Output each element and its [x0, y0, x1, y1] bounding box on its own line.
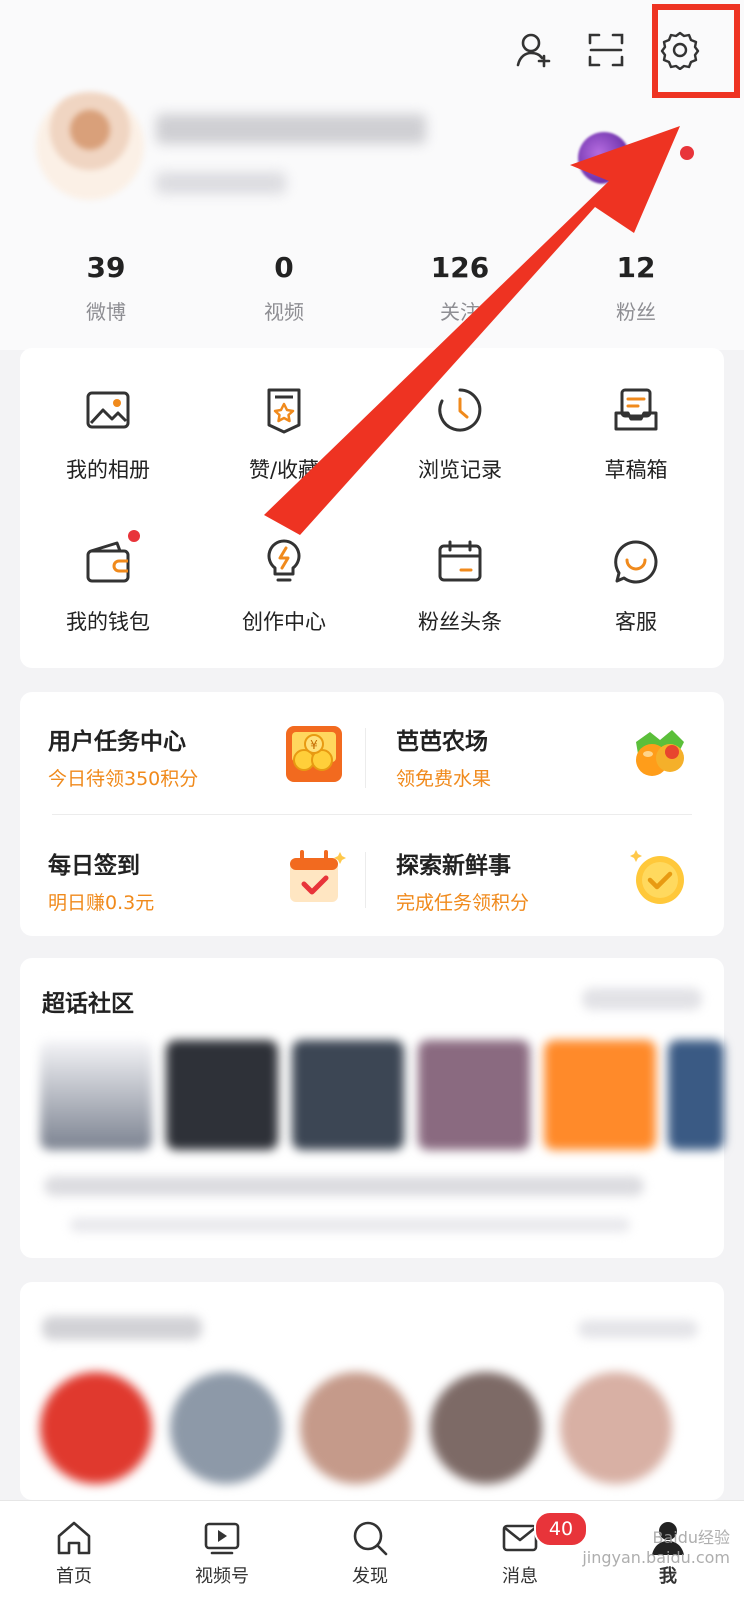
- tab-discover[interactable]: 发现: [310, 1500, 430, 1600]
- watermark: Baidu经验 jingyan.baidu.com: [582, 1528, 730, 1567]
- tab-label: 发现: [352, 1566, 388, 1587]
- annotation-arrow: [264, 126, 680, 535]
- search-icon: [350, 1518, 390, 1558]
- tab-home[interactable]: 首页: [14, 1500, 134, 1600]
- tab-label: 视频号: [195, 1566, 249, 1587]
- home-icon: [54, 1518, 94, 1558]
- tab-video[interactable]: 视频号: [162, 1500, 282, 1600]
- tab-label: 首页: [56, 1566, 92, 1587]
- video-icon: [202, 1518, 242, 1558]
